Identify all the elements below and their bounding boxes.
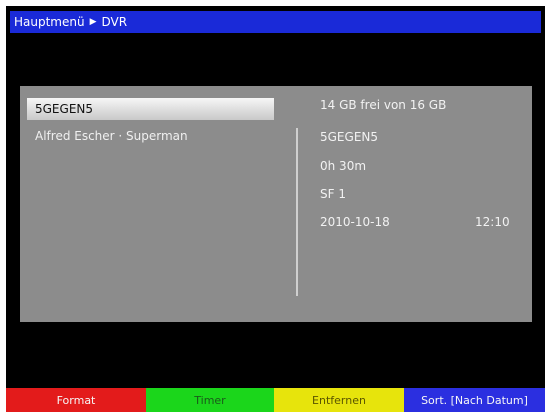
red-button[interactable]: Format: [6, 388, 146, 412]
red-button-label: Format: [56, 393, 96, 407]
dvr-panel: 5GEGEN5 Alfred Escher · Superman 14 GB f…: [20, 86, 532, 322]
yellow-button[interactable]: Entfernen: [274, 388, 404, 412]
title-bar: Hauptmenü ▶ DVR: [10, 11, 541, 33]
detail-time: 12:10: [475, 215, 510, 229]
green-button[interactable]: Timer: [146, 388, 274, 412]
color-key-bar: Format Timer Entfernen Sort. [Nach Datum…: [6, 388, 545, 412]
panel-divider: [296, 128, 298, 296]
recording-item-label: 5GEGEN5: [35, 102, 94, 116]
breadcrumb-root[interactable]: Hauptmenü: [14, 15, 85, 29]
detail-title: 5GEGEN5: [320, 130, 379, 144]
blue-button[interactable]: Sort. [Nach Datum]: [404, 388, 545, 412]
breadcrumb-arrow-icon: ▶: [89, 17, 97, 27]
detail-channel: SF 1: [320, 187, 346, 201]
blue-button-label: Sort. [Nach Datum]: [421, 393, 528, 407]
green-button-label: Timer: [194, 393, 226, 407]
storage-info: 14 GB frei von 16 GB: [320, 98, 447, 112]
recording-item[interactable]: Alfred Escher · Superman: [35, 129, 188, 143]
yellow-button-label: Entfernen: [312, 393, 366, 407]
breadcrumb-current: DVR: [101, 15, 128, 29]
recording-item-selected[interactable]: 5GEGEN5: [27, 98, 274, 120]
detail-date: 2010-10-18: [320, 215, 390, 229]
tv-screen: Hauptmenü ▶ DVR 5GEGEN5 Alfred Escher · …: [6, 6, 545, 412]
detail-duration: 0h 30m: [320, 159, 367, 173]
